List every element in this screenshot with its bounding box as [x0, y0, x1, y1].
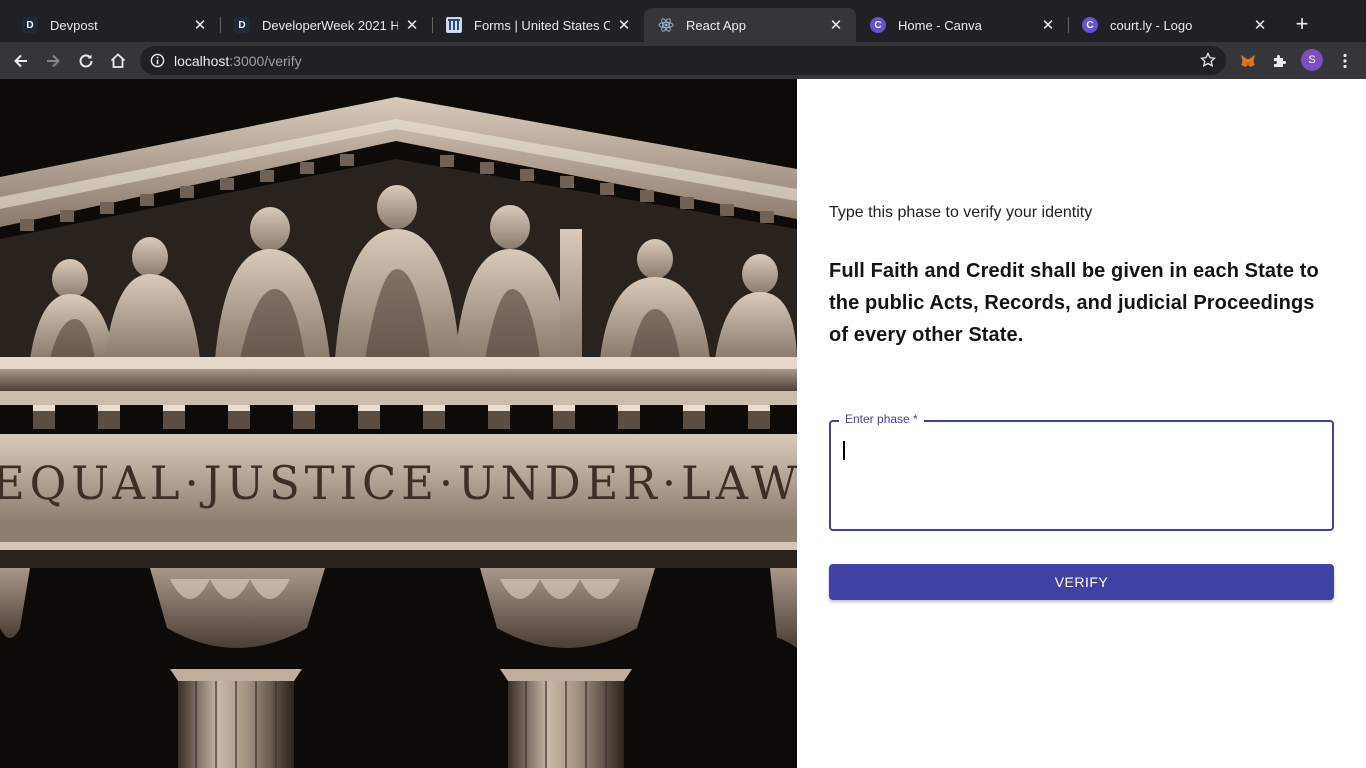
close-icon[interactable]: ✕ — [1040, 16, 1056, 34]
menu-kebab-icon[interactable] — [1335, 51, 1355, 71]
tab-title: court.ly - Logo — [1110, 17, 1193, 33]
reload-button[interactable] — [73, 48, 99, 74]
profile-avatar[interactable]: S — [1301, 49, 1323, 71]
home-icon — [110, 53, 126, 68]
tab-title: Home - Canva — [898, 17, 982, 33]
page-content: EQUAL·JUSTICE·UNDER·LAW Type this phase … — [0, 79, 1366, 768]
close-icon[interactable]: ✕ — [192, 16, 208, 34]
tab-title: DeveloperWeek 2021 Hack — [262, 17, 398, 33]
canva-icon: C — [870, 17, 886, 33]
url-path: :3000/verify — [229, 53, 302, 69]
url-text: localhost:3000/verify — [174, 53, 302, 69]
react-icon — [658, 17, 674, 33]
close-icon[interactable]: ✕ — [828, 16, 844, 34]
tab-title: Forms | United States Cou — [474, 17, 610, 33]
tab-devpost[interactable]: D Devpost ✕ — [8, 8, 220, 42]
tab-react-app[interactable]: React App ✕ — [644, 8, 856, 42]
metamask-extension-icon[interactable] — [1238, 51, 1258, 71]
frieze-inscription: EQUAL·JUSTICE·UNDER·LAW — [0, 456, 797, 510]
forward-button[interactable] — [40, 48, 66, 74]
verify-button[interactable]: VERIFY — [829, 564, 1334, 600]
close-icon[interactable]: ✕ — [616, 16, 632, 34]
phrase-input[interactable] — [831, 422, 1332, 529]
close-icon[interactable]: ✕ — [1252, 16, 1268, 34]
info-icon[interactable] — [150, 53, 165, 68]
new-tab-button[interactable]: + — [1290, 13, 1314, 37]
tab-title: Devpost — [50, 17, 98, 33]
tab-forms[interactable]: Forms | United States Cou ✕ — [432, 8, 644, 42]
back-button[interactable] — [8, 48, 34, 74]
home-button[interactable] — [105, 48, 131, 74]
devpost-icon: D — [234, 17, 250, 33]
verification-phrase: Full Faith and Credit shall be given in … — [829, 260, 1319, 346]
supreme-court-hero-image: EQUAL·JUSTICE·UNDER·LAW — [0, 79, 797, 768]
address-bar[interactable]: localhost:3000/verify — [140, 46, 1226, 75]
close-icon[interactable]: ✕ — [404, 16, 420, 34]
tab-canva-home[interactable]: C Home - Canva ✕ — [856, 8, 1068, 42]
devpost-icon: D — [22, 17, 38, 33]
tab-strip: D Devpost ✕ D DeveloperWeek 2021 Hack ✕ … — [0, 0, 1366, 42]
phrase-field[interactable]: Enter phase * — [829, 412, 1334, 531]
courts-icon — [446, 17, 462, 33]
reload-icon — [79, 54, 93, 68]
extensions-puzzle-icon[interactable] — [1270, 51, 1290, 71]
browser-toolbar: localhost:3000/verify — [0, 42, 1366, 79]
instruction-text: Type this phase to verify your identity — [829, 204, 1093, 221]
forward-arrow-icon — [47, 54, 60, 68]
back-arrow-icon — [14, 54, 27, 68]
canva-icon: C — [1082, 17, 1098, 33]
tab-title: React App — [686, 17, 746, 33]
tab-developerweek[interactable]: D DeveloperWeek 2021 Hack ✕ — [220, 8, 432, 42]
bookmark-star-icon[interactable] — [1200, 52, 1216, 68]
url-host: localhost — [174, 53, 230, 69]
tab-courtly-logo[interactable]: C court.ly - Logo ✕ — [1068, 8, 1280, 42]
verify-panel: Type this phase to verify your identity … — [797, 79, 1366, 768]
